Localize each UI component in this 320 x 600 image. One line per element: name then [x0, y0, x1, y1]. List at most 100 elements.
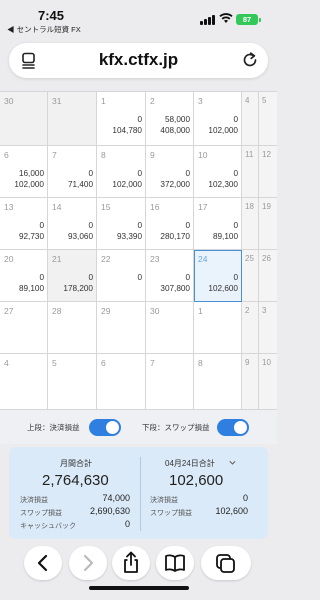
swap-pnl-value: 102,000: [208, 126, 238, 135]
daily-total-title[interactable]: 04月24日合計: [165, 458, 215, 469]
calendar-day-cell[interactable]: 6 16,000 102,000: [0, 146, 48, 198]
wifi-icon: [219, 13, 233, 23]
calendar-day-cell[interactable]: 1: [194, 302, 242, 354]
day-number: 14: [52, 202, 62, 212]
settlement-pnl-value: 0: [137, 169, 142, 178]
swap-pnl-value: 93,390: [116, 232, 142, 241]
calendar-day-cell[interactable]: 23 0 307,800: [146, 250, 194, 302]
back-to-app-link[interactable]: ◀ セントラル短資 FX: [7, 24, 81, 35]
calendar-day-cell[interactable]: 26: [259, 250, 277, 302]
calendar-day-cell[interactable]: 8 0 102,000: [97, 146, 146, 198]
swap-pnl-value: 102,000: [112, 180, 142, 189]
calendar-day-cell[interactable]: 27: [0, 302, 48, 354]
day-number: 4: [4, 358, 9, 368]
monthly-cashback-label: キャッシュバック: [20, 523, 76, 530]
reload-icon[interactable]: [241, 51, 259, 69]
monthly-total-value: 2,764,630: [42, 472, 109, 489]
tabs-icon: [216, 554, 235, 573]
day-number: 30: [4, 96, 14, 106]
calendar-day-cell[interactable]: 19: [259, 198, 277, 250]
pnl-calendar: 30 31 1 0 104,780 2 58,000 408,000 3 0 102,000 4 5 6 1…: [0, 91, 277, 410]
swap-pnl-value: 102,600: [208, 284, 238, 293]
calendar-day-cell[interactable]: 4: [242, 92, 259, 146]
bookmarks-button[interactable]: [156, 546, 194, 580]
swap-pnl-value: 102,000: [14, 180, 44, 189]
display-toggles: 上段：決済損益 下段：スワップ損益: [0, 410, 277, 444]
calendar-day-cell[interactable]: 20 0 89,100: [0, 250, 48, 302]
calendar-day-cell[interactable]: 15 0 93,390: [97, 198, 146, 250]
home-indicator: [89, 586, 189, 590]
swap-pnl-value: 92,730: [18, 232, 44, 241]
calendar-day-cell[interactable]: 5: [48, 354, 97, 410]
day-number: 3: [198, 96, 203, 106]
day-number: 27: [4, 306, 14, 316]
calendar-day-cell[interactable]: 21 0 178,200: [48, 250, 97, 302]
calendar-day-cell[interactable]: 2 58,000 408,000: [146, 92, 194, 146]
calendar-day-cell[interactable]: 7: [146, 354, 194, 410]
monthly-total-title: 月間合計: [60, 459, 92, 468]
monthly-swap-value: 2,690,630: [89, 506, 130, 516]
calendar-day-cell[interactable]: 24 0 102,600: [194, 250, 242, 302]
calendar-day-cell[interactable]: 18: [242, 198, 259, 250]
calendar-day-cell[interactable]: 17 0 89,100: [194, 198, 242, 250]
day-number: 24: [198, 254, 208, 264]
calendar-day-cell[interactable]: 28: [48, 302, 97, 354]
calendar-day-cell[interactable]: 1 0 104,780: [97, 92, 146, 146]
day-number: 6: [101, 358, 106, 368]
calendar-day-cell[interactable]: 9: [242, 354, 259, 410]
calendar-day-cell[interactable]: 25: [242, 250, 259, 302]
calendar-day-cell[interactable]: 13 0 92,730: [0, 198, 48, 250]
day-number: 2: [245, 306, 250, 315]
day-number: 1: [101, 96, 106, 106]
url-domain[interactable]: kfx.ctfx.jp: [9, 50, 268, 70]
share-button[interactable]: [112, 546, 150, 580]
calendar-day-cell[interactable]: 30: [0, 92, 48, 146]
upper-row-toggle[interactable]: [89, 419, 121, 436]
day-number: 16: [150, 202, 160, 212]
swap-pnl-value: 102,300: [208, 180, 238, 189]
day-number: 13: [4, 202, 14, 212]
calendar-day-cell[interactable]: 9 0 372,000: [146, 146, 194, 198]
lower-row-toggle[interactable]: [217, 419, 249, 436]
day-number: 28: [52, 306, 62, 316]
calendar-day-cell[interactable]: 31: [48, 92, 97, 146]
settlement-pnl-value: 0: [39, 273, 44, 282]
calendar-day-cell[interactable]: 6: [97, 354, 146, 410]
calendar-day-cell[interactable]: 22 0: [97, 250, 146, 302]
calendar-day-cell[interactable]: 16 0 280,170: [146, 198, 194, 250]
address-bar[interactable]: kfx.ctfx.jp: [9, 43, 268, 78]
calendar-day-cell[interactable]: 3: [259, 302, 277, 354]
settlement-pnl-value: 0: [137, 221, 142, 230]
calendar-day-cell[interactable]: 11: [242, 146, 259, 198]
settlement-pnl-value: 0: [185, 273, 190, 282]
settlement-pnl-value: 0: [137, 115, 142, 124]
tabs-button[interactable]: [201, 546, 251, 580]
back-button[interactable]: [24, 546, 62, 580]
battery-indicator: 87: [236, 14, 261, 25]
calendar-day-cell[interactable]: 5: [259, 92, 277, 146]
day-number: 11: [245, 150, 254, 159]
calendar-day-cell[interactable]: 30: [146, 302, 194, 354]
day-number: 8: [101, 150, 106, 160]
swap-pnl-value: 71,400: [67, 180, 93, 189]
day-number: 9: [245, 358, 250, 367]
calendar-day-cell[interactable]: 7 0 71,400: [48, 146, 97, 198]
day-number: 29: [101, 306, 111, 316]
daily-settlement-label: 決済損益: [150, 497, 178, 504]
calendar-day-cell[interactable]: 14 0 93,060: [48, 198, 97, 250]
settlement-pnl-value: 0: [88, 221, 93, 230]
day-number: 20: [4, 254, 14, 264]
calendar-day-cell[interactable]: 10 0 102,300: [194, 146, 242, 198]
day-number: 5: [52, 358, 57, 368]
summary-panel: 月間合計 2,764,630 決済損益 74,000 スワップ損益 2,690,…: [9, 447, 268, 539]
chevron-down-icon[interactable]: [229, 459, 236, 466]
calendar-day-cell[interactable]: 10: [259, 354, 277, 410]
calendar-day-cell[interactable]: 2: [242, 302, 259, 354]
calendar-day-cell[interactable]: 8: [194, 354, 242, 410]
forward-button[interactable]: [69, 546, 107, 580]
calendar-day-cell[interactable]: 29: [97, 302, 146, 354]
calendar-day-cell[interactable]: 3 0 102,000: [194, 92, 242, 146]
settlement-pnl-value: 0: [88, 273, 93, 282]
calendar-day-cell[interactable]: 12: [259, 146, 277, 198]
calendar-day-cell[interactable]: 4: [0, 354, 48, 410]
